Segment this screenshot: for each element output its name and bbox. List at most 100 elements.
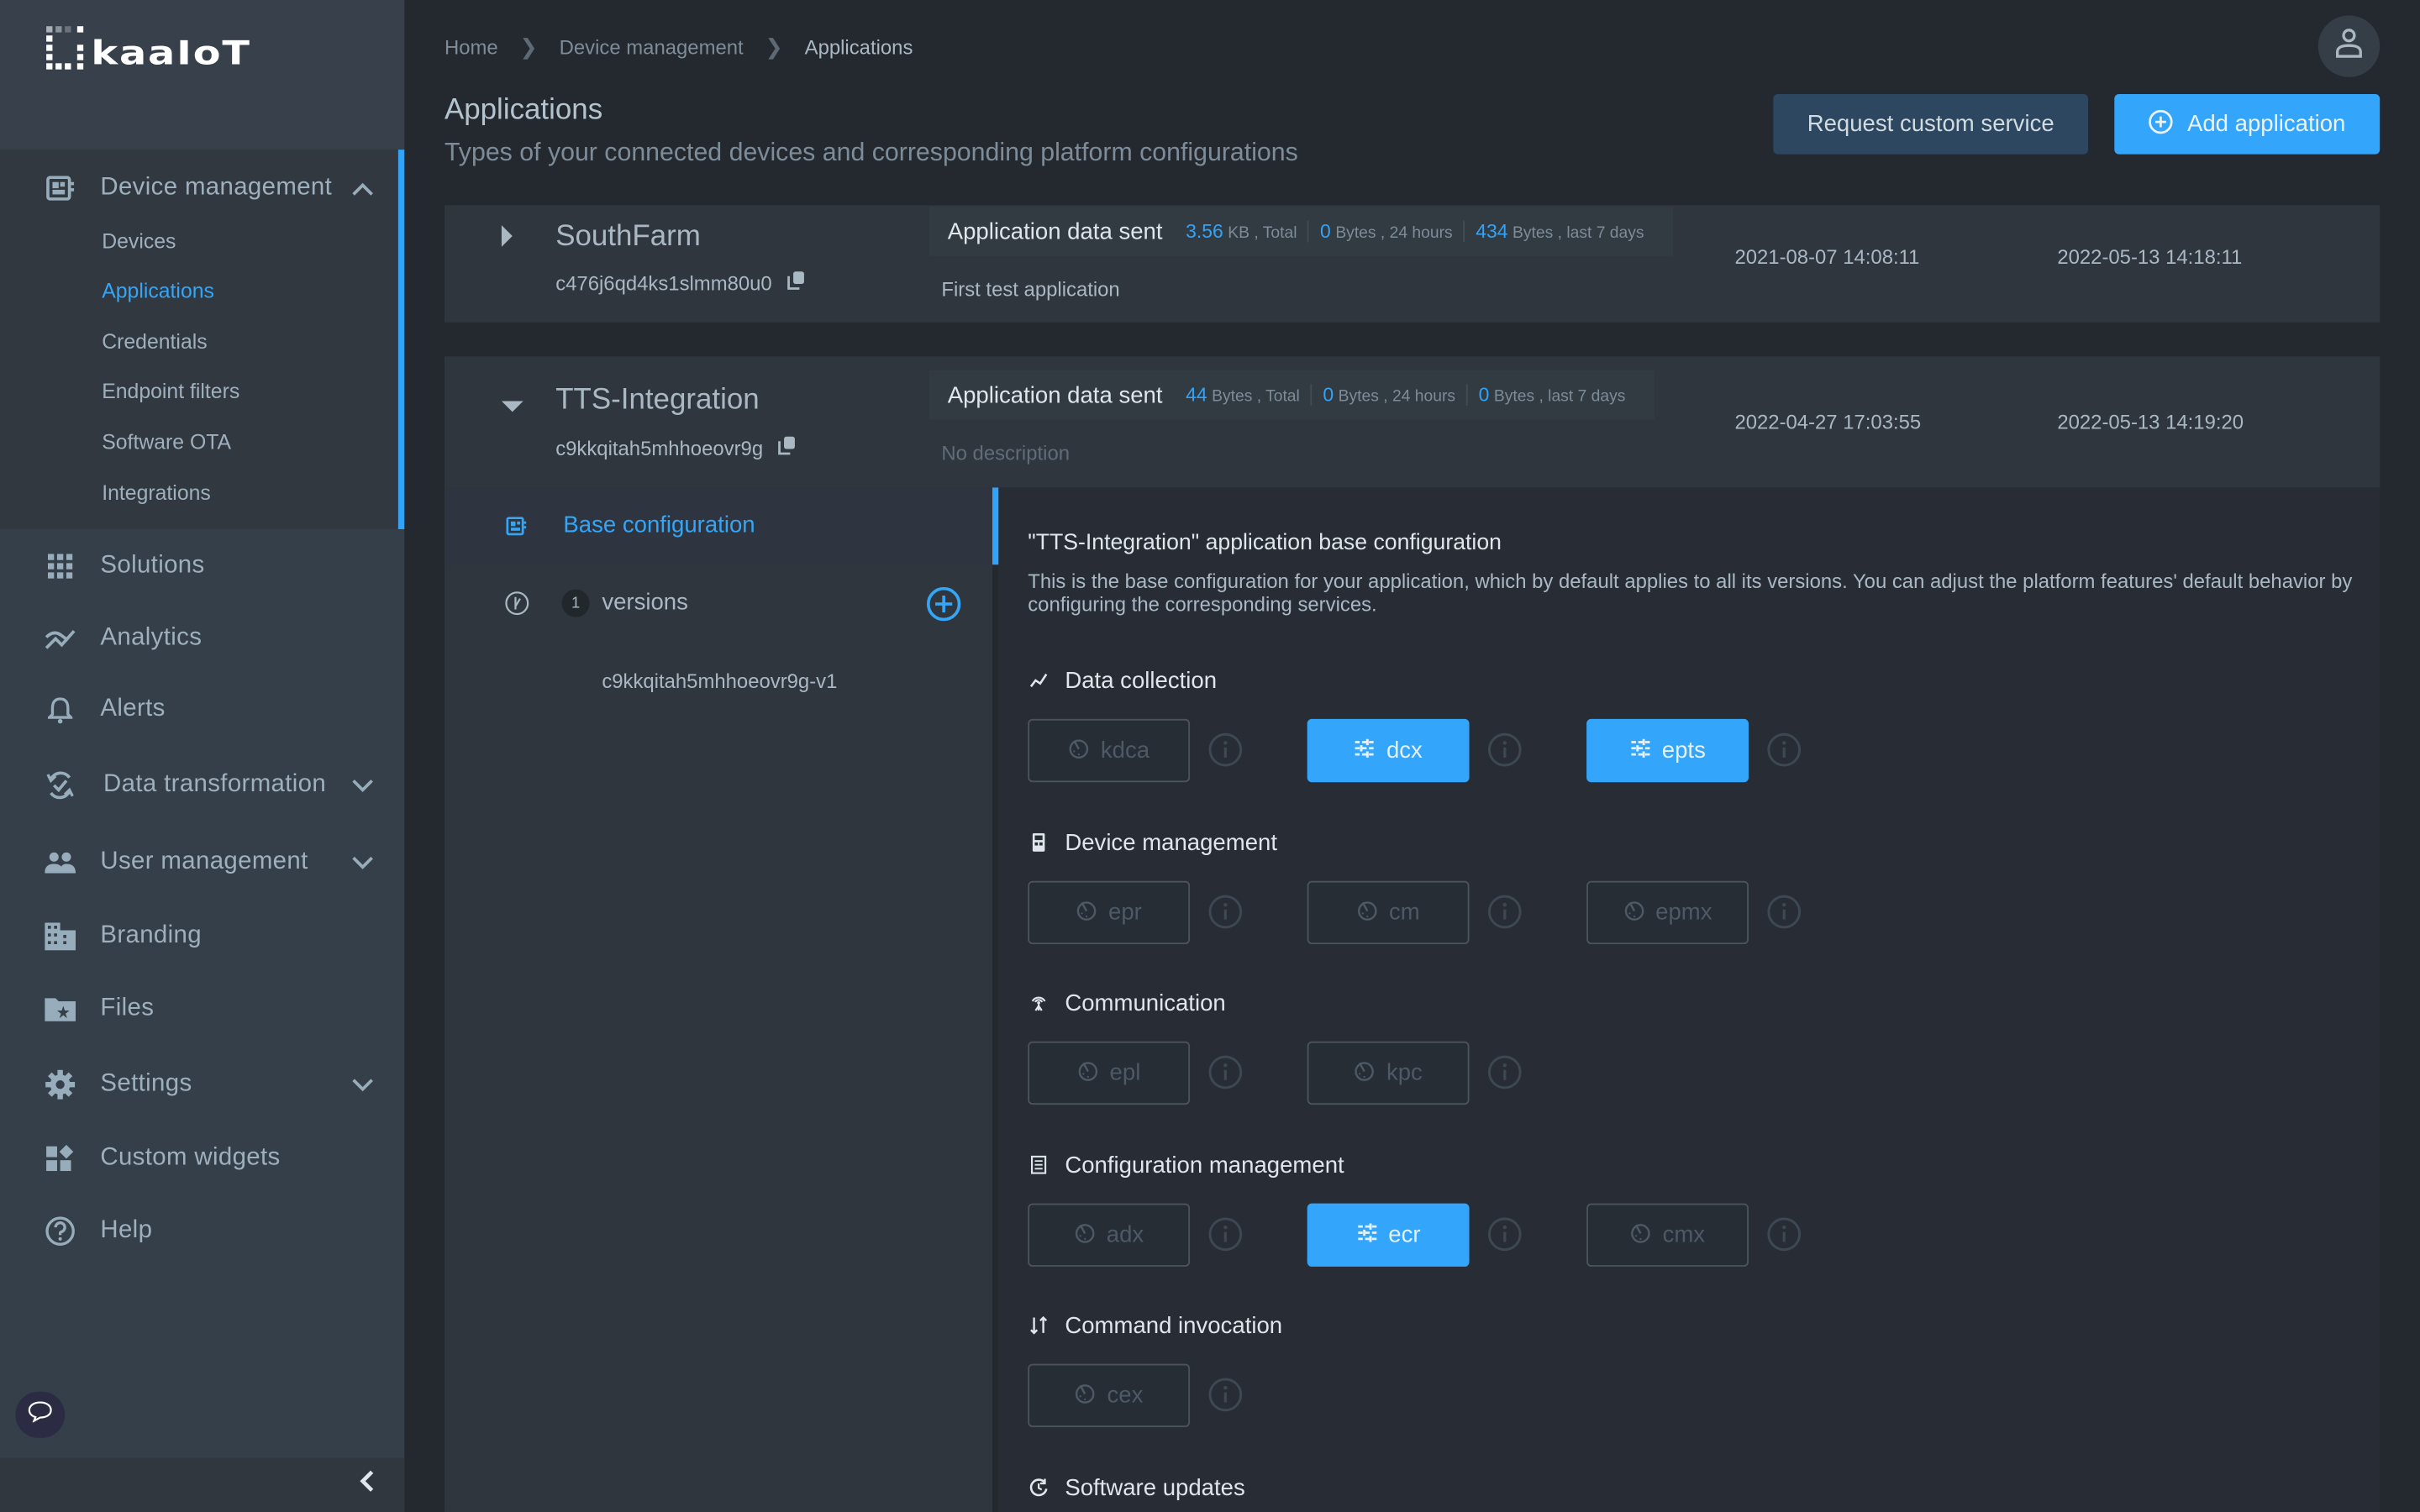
device-icon xyxy=(1028,832,1050,852)
request-custom-service-button[interactable]: Request custom service xyxy=(1773,94,2089,155)
page-subtitle: Types of your connected devices and corr… xyxy=(444,139,1298,167)
disabled-gauge-icon xyxy=(1354,1059,1376,1087)
service-row: cex xyxy=(1028,1363,2108,1427)
application-id-text: c9kkqitah5mhhoeovr9g xyxy=(555,435,764,459)
service-button-epl[interactable]: epl xyxy=(1028,1041,1191,1105)
section-heading: Software updates xyxy=(1028,1472,1245,1503)
info-icon[interactable] xyxy=(1767,895,1802,929)
info-icon[interactable] xyxy=(1487,732,1522,767)
service-button-cm[interactable]: cm xyxy=(1307,880,1470,945)
sidebar-subitem-endpoint-filters[interactable]: Endpoint filters xyxy=(102,380,239,403)
breadcrumb-home[interactable]: Home xyxy=(445,35,498,59)
add-version-button[interactable] xyxy=(926,586,961,629)
sidebar-subitem-devices[interactable]: Devices xyxy=(102,230,176,254)
copy-icon[interactable] xyxy=(778,435,797,459)
section-title: Configuration management xyxy=(1065,1152,1344,1179)
sidebar-item-user-management[interactable]: User management xyxy=(0,832,398,893)
sidebar-subitem-integrations[interactable]: Integrations xyxy=(102,481,211,505)
info-icon[interactable] xyxy=(1767,732,1802,767)
copy-icon[interactable] xyxy=(787,270,806,294)
chevron-down-icon[interactable] xyxy=(352,851,374,874)
chevron-down-icon[interactable] xyxy=(352,1073,374,1096)
base-configuration-item[interactable]: Base configuration xyxy=(444,487,992,565)
sidebar-item-label: Help xyxy=(100,1217,153,1244)
service-button-dcx[interactable]: dcx xyxy=(1307,718,1470,783)
stat-7d: 434 Bytes , last 7 days xyxy=(1465,221,1655,243)
user-avatar-button[interactable] xyxy=(2317,15,2381,77)
sidebar-item-help[interactable]: Help xyxy=(0,1200,398,1262)
application-row-southfarm[interactable]: SouthFarm c476j6qd4ks1slmm80u0 Applicati… xyxy=(444,205,2381,323)
info-icon[interactable] xyxy=(1208,1055,1243,1089)
data-sent-stats: Application data sent 44 Bytes , Total 0B… xyxy=(929,370,1655,420)
service-section: Data collection kdca dcx epts xyxy=(1028,665,1802,783)
info-icon[interactable] xyxy=(1487,1055,1522,1089)
sidebar-collapse-bar[interactable] xyxy=(0,1457,405,1512)
service-button-adx[interactable]: adx xyxy=(1028,1203,1191,1267)
versions-label: versions xyxy=(602,589,688,616)
service-button-kpc[interactable]: kpc xyxy=(1307,1041,1470,1105)
section-title: Communication xyxy=(1065,990,1226,1016)
service-section: Command invocation cex xyxy=(1028,1310,1282,1427)
config-title: "TTS-Integration" application base confi… xyxy=(1028,530,1502,556)
service-row: epl kpc xyxy=(1028,1041,2108,1105)
sidebar-item-files[interactable]: Files xyxy=(0,978,398,1039)
service-button-epts[interactable]: epts xyxy=(1586,718,1749,783)
info-icon[interactable] xyxy=(1208,895,1243,929)
expand-caret-right-icon[interactable] xyxy=(500,223,514,253)
created-date: 2022-04-27 17:03:55 xyxy=(1734,410,1922,434)
sidebar-subitem-software-ota[interactable]: Software OTA xyxy=(102,430,231,454)
application-id-text: c476j6qd4ks1slmm80u0 xyxy=(555,270,772,294)
sidebar-item-settings[interactable]: Settings xyxy=(0,1053,398,1115)
sidebar-item-data-transformation[interactable]: Data transformation xyxy=(0,754,398,816)
chevron-left-icon[interactable] xyxy=(360,1470,375,1499)
stat-unit: Bytes , last 7 days xyxy=(1493,387,1626,407)
sidebar-item-label: Analytics xyxy=(100,624,203,652)
info-icon[interactable] xyxy=(1487,895,1522,929)
info-icon[interactable] xyxy=(1767,1217,1802,1252)
sidebar-item-device-management[interactable]: Device management xyxy=(0,157,398,218)
stats-title: Application data sent xyxy=(947,218,1163,245)
sidebar-item-analytics[interactable]: Analytics xyxy=(0,608,398,669)
service-label: epr xyxy=(1108,899,1142,927)
breadcrumb-device-management[interactable]: Device management xyxy=(560,35,744,59)
sidebar-subitem-applications[interactable]: Applications xyxy=(102,279,214,302)
antenna-icon xyxy=(1028,994,1050,1012)
sidebar-item-solutions[interactable]: Solutions xyxy=(0,535,398,596)
application-row-tts-integration[interactable]: TTS-Integration c9kkqitah5mhhoeovr9g App… xyxy=(444,356,2381,488)
disabled-gauge-icon xyxy=(1623,899,1645,927)
service-row: epr cm epmx xyxy=(1028,880,2108,945)
folder-star-icon xyxy=(45,994,76,1025)
versions-count-badge: 1 xyxy=(561,589,590,617)
info-icon[interactable] xyxy=(1208,732,1243,767)
service-button-kdca[interactable]: kdca xyxy=(1028,718,1191,783)
chevron-up-icon[interactable] xyxy=(352,176,374,200)
versions-row: 1 versions xyxy=(445,580,992,627)
service-button-cex[interactable]: cex xyxy=(1028,1363,1191,1427)
disabled-gauge-icon xyxy=(1068,737,1090,764)
chevron-right-icon: ❯ xyxy=(519,34,538,59)
service-label: epl xyxy=(1109,1059,1141,1087)
help-icon xyxy=(45,1215,76,1247)
sidebar-item-label: Files xyxy=(100,995,155,1021)
sidebar-item-branding[interactable]: Branding xyxy=(0,906,398,967)
service-button-epmx[interactable]: epmx xyxy=(1586,880,1749,945)
sidebar-subitem-credentials[interactable]: Credentials xyxy=(102,330,207,354)
expand-caret-down-icon[interactable] xyxy=(500,395,524,418)
info-icon[interactable] xyxy=(1208,1378,1243,1412)
chat-button[interactable] xyxy=(15,1391,66,1438)
version-item[interactable]: c9kkqitah5mhhoeovr9g-v1 xyxy=(602,669,837,693)
chevron-down-icon[interactable] xyxy=(352,774,374,797)
service-button-ecr[interactable]: ecr xyxy=(1307,1203,1470,1267)
service-button-epr[interactable]: epr xyxy=(1028,880,1191,945)
breadcrumb-applications: Applications xyxy=(804,35,913,59)
info-icon[interactable] xyxy=(1208,1217,1243,1252)
application-id: c476j6qd4ks1slmm80u0 xyxy=(555,270,806,294)
sidebar-item-label: Device management xyxy=(100,174,333,201)
info-icon[interactable] xyxy=(1487,1217,1522,1252)
kaaiot-logo[interactable]: kaaIoT xyxy=(46,26,251,71)
sidebar-item-alerts[interactable]: Alerts xyxy=(0,679,398,740)
service-button-cmx[interactable]: cmx xyxy=(1586,1203,1749,1267)
stat-value: 434 xyxy=(1476,220,1508,243)
sidebar-item-custom-widgets[interactable]: Custom widgets xyxy=(0,1128,398,1189)
add-application-button[interactable]: Add application xyxy=(2114,94,2381,155)
